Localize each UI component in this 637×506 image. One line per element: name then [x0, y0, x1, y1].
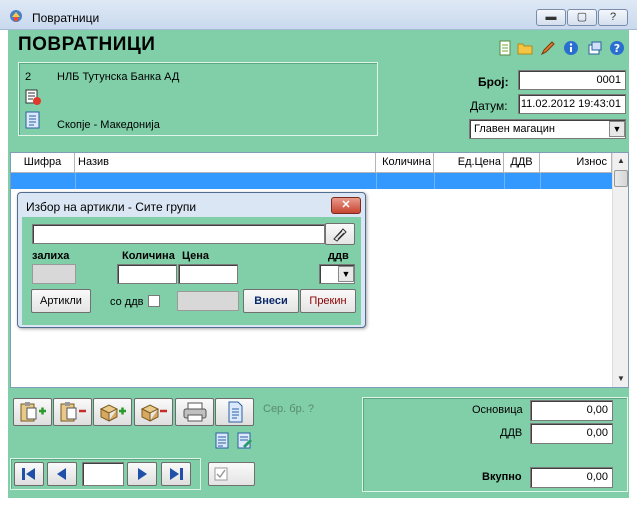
edit-pencil-icon[interactable] [540, 40, 556, 56]
client-card-icon[interactable] [24, 88, 42, 106]
vat-select[interactable]: ▼ [319, 264, 355, 284]
quantity-label: Количина [122, 250, 175, 262]
next-record-button[interactable] [127, 462, 157, 486]
column-header-unit-price[interactable]: Ед.Цена [434, 153, 504, 173]
with-vat-label: со ддв [110, 296, 144, 308]
remove-item-button[interactable] [134, 398, 173, 426]
box-add-icon [99, 404, 126, 422]
grid-vertical-scrollbar[interactable]: ▲ ▼ [612, 153, 628, 387]
column-header-name[interactable]: Назив [75, 153, 376, 173]
column-header-amount[interactable]: Износ [540, 153, 612, 173]
column-header-vat[interactable]: ДДВ [504, 153, 540, 173]
total-preview-field [177, 291, 239, 311]
document-number-field[interactable]: 0001 [518, 70, 626, 90]
new-document-icon[interactable] [497, 40, 513, 56]
skip-last-icon [170, 468, 183, 480]
page-title: ПОВРАТНИЦИ [18, 34, 156, 55]
dialog-close-button[interactable]: ✕ [331, 197, 361, 214]
next-icon [138, 468, 147, 480]
dialog-title: Избор на артикли - Сите групи [26, 200, 197, 214]
base-label: Основица [472, 404, 523, 416]
clipboard-remove-icon [60, 402, 86, 422]
column-header-code[interactable]: Шифра [11, 153, 75, 173]
cell-divider [504, 173, 505, 189]
scroll-down-icon[interactable]: ▼ [613, 371, 629, 387]
table-row-selected[interactable] [11, 173, 612, 189]
article-search-input[interactable] [32, 224, 325, 244]
chevron-down-icon[interactable]: ▼ [609, 121, 625, 137]
clipboard-add-icon [20, 402, 46, 422]
document-number-label: Број: [478, 75, 509, 89]
window-switch-icon[interactable] [587, 40, 603, 56]
previous-record-button[interactable] [47, 462, 77, 486]
info-icon[interactable] [563, 40, 579, 56]
vat-label: ддв [328, 250, 349, 262]
document-list-icon[interactable] [214, 432, 231, 449]
box-remove-icon [140, 404, 167, 422]
warehouse-select[interactable]: Главен магацин ▼ [469, 119, 626, 139]
cell-divider [75, 173, 76, 189]
document-date-field[interactable]: 11.02.2012 19:43:01 [518, 94, 626, 114]
document-icon [228, 401, 243, 423]
paste-remove-button[interactable] [53, 398, 92, 426]
warehouse-select-value: Главен магацин [474, 123, 555, 135]
stock-field [32, 264, 76, 284]
preview-button[interactable] [215, 398, 254, 426]
minimize-button[interactable]: ▬ [536, 9, 566, 26]
cell-divider [434, 173, 435, 189]
printer-icon [183, 402, 207, 422]
price-field[interactable] [178, 264, 238, 284]
open-folder-icon[interactable] [517, 40, 533, 56]
enter-button[interactable]: Внеси [243, 289, 299, 313]
quantity-field[interactable] [117, 264, 177, 284]
chevron-down-icon[interactable]: ▼ [338, 266, 354, 282]
paste-add-button[interactable] [13, 398, 52, 426]
vat-amount-field: 0,00 [530, 423, 613, 444]
window-title-bar: Повратници ▬ ▢ ? [0, 0, 637, 30]
scroll-up-icon[interactable]: ▲ [613, 153, 629, 169]
total-amount-field: 0,00 [530, 467, 613, 488]
add-item-button[interactable] [93, 398, 132, 426]
cancel-button[interactable]: Прекин [300, 289, 356, 313]
document-date-label: Датум: [470, 99, 508, 113]
help-title-button[interactable]: ? [598, 9, 628, 26]
skip-first-icon [22, 468, 35, 480]
confirm-button[interactable] [208, 462, 255, 486]
record-position-field[interactable] [82, 462, 124, 486]
document-edit-icon[interactable] [236, 432, 253, 449]
client-notes-icon[interactable] [24, 111, 42, 129]
serial-number-label: Сер. бр. ? [263, 403, 314, 415]
window-title: Повратници [32, 11, 100, 25]
dialog-body: залиха Количина Цена ддв ▼ Артикли со дд… [22, 217, 361, 325]
with-vat-checkbox[interactable] [148, 295, 160, 307]
app-icon [10, 10, 22, 22]
price-label: Цена [182, 250, 210, 262]
previous-icon [57, 468, 66, 480]
article-picker-dialog: Избор на артикли - Сите групи ✕ залиха К… [17, 192, 366, 328]
svg-text:?: ? [614, 42, 620, 55]
help-icon[interactable]: ? [609, 40, 625, 56]
checkmark-icon [214, 467, 227, 481]
first-record-button[interactable] [14, 462, 44, 486]
search-pencil-icon [333, 228, 347, 242]
client-code: 2 [25, 71, 32, 83]
search-button[interactable] [325, 223, 355, 245]
client-city: Скопје - Македонија [57, 119, 160, 131]
stock-label: залиха [32, 250, 70, 262]
base-amount-field: 0,00 [530, 400, 613, 421]
vat-total-label: ДДВ [500, 427, 523, 439]
client-name: НЛБ Тутунска Банка АД [57, 71, 180, 83]
articles-button[interactable]: Артикли [31, 289, 91, 313]
total-label: Вкупно [482, 471, 522, 483]
cell-divider [376, 173, 377, 189]
maximize-button[interactable]: ▢ [567, 9, 597, 26]
column-header-quantity[interactable]: Количина [376, 153, 434, 173]
print-button[interactable] [175, 398, 214, 426]
cell-divider [540, 173, 541, 189]
scroll-thumb[interactable] [614, 170, 628, 187]
last-record-button[interactable] [161, 462, 191, 486]
